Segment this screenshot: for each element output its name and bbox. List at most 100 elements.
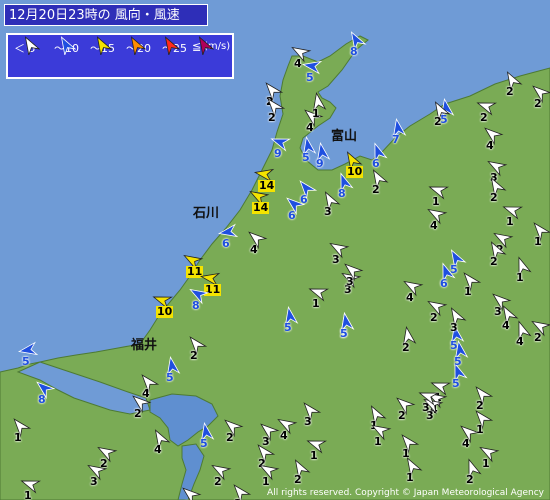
wind-station-66: 6 — [436, 262, 462, 294]
wind-station-32: 2 — [186, 334, 212, 366]
wind-speed-value: 3 — [332, 253, 340, 266]
wind-speed-value: 2 — [434, 115, 442, 128]
wind-speed-value: 4 — [486, 139, 494, 152]
map-title: 12月20日23時の 風向・風速 — [4, 4, 208, 26]
wind-station-49: 2 — [476, 96, 502, 128]
wind-station-68: 3 — [342, 260, 368, 292]
wind-speed-value: 5 — [340, 327, 348, 340]
wind-speed-value: 1 — [476, 423, 484, 436]
wind-station-1: 8 — [346, 30, 372, 62]
wind-speed-value: 2 — [402, 341, 410, 354]
wind-speed-value: 5 — [306, 71, 314, 84]
wind-station-17: 2 — [368, 168, 394, 200]
wind-speed-value: 1 — [432, 195, 440, 208]
wind-station-54: 4 — [402, 276, 428, 308]
wind-station-88: 1 — [472, 408, 498, 440]
wind-speed-value: 4 — [154, 443, 162, 456]
legend-arrow-icon-1 — [24, 36, 40, 55]
legend-arrow-icon-6 — [198, 36, 214, 55]
wind-speed-value: 8 — [350, 45, 358, 58]
wind-station-6: 9 — [270, 132, 296, 164]
wind-speed-value: 7 — [392, 133, 400, 146]
wind-station-99: 4 — [150, 428, 176, 460]
wind-speed-value: 4 — [294, 57, 302, 70]
wind-station-70: 5 — [336, 311, 362, 344]
wind-station-58: 2 — [426, 296, 452, 328]
wind-station-86: 1 — [402, 456, 428, 488]
wind-speed-value: 4 — [516, 335, 524, 348]
wind-station-97: 1 — [10, 416, 36, 448]
wind-station-38: 2 — [430, 100, 456, 132]
wind-speed-value: 1 — [506, 215, 514, 228]
wind-station-18: 7 — [388, 117, 414, 150]
wind-speed-value: 1 — [406, 471, 414, 484]
wind-speed-value: 2 — [480, 111, 488, 124]
wind-speed-value: 1 — [482, 457, 490, 470]
wind-speed-value: 8 — [192, 299, 200, 312]
wind-station-82: 2 — [394, 394, 420, 426]
wind-speed-value: 4 — [430, 219, 438, 232]
wind-legend: ＜ 5 ～10 ～15 ～20 ～25 ≦ (m/s) — [6, 33, 234, 79]
copyright: All rights reserved. Copyright © Japan M… — [267, 488, 544, 498]
wind-speed-value: 2 — [490, 191, 498, 204]
wind-station-40: 4 — [482, 124, 508, 156]
wind-station-8: 9 — [312, 141, 338, 174]
wind-speed-value: 3 — [346, 275, 354, 288]
wind-speed-value: 14 — [252, 201, 270, 214]
wind-station-20: 6 — [217, 222, 244, 254]
wind-speed-value: 4 — [250, 243, 258, 256]
wind-station-47: 1 — [502, 200, 528, 232]
legend-arrow-icon-5 — [164, 36, 180, 55]
wind-speed-value: 10 — [156, 305, 174, 318]
wind-station-3: 5 — [301, 56, 328, 88]
wind-speed-value: 2 — [490, 255, 498, 268]
wind-station-91: 5 — [196, 421, 222, 454]
wind-speed-value: 9 — [274, 147, 282, 160]
wind-station-50: 2 — [502, 70, 528, 102]
wind-station-30: 5 — [280, 305, 306, 338]
wind-speed-value: 2 — [214, 475, 222, 488]
wind-speed-value: 1 — [14, 431, 22, 444]
wind-station-78: 2 — [222, 416, 248, 448]
wind-speed-value: 2 — [466, 473, 474, 486]
wind-speed-value: 2 — [294, 473, 302, 486]
wind-speed-value: 4 — [502, 319, 510, 332]
wind-station-69: 4 — [512, 320, 538, 352]
wind-speed-value: 2 — [430, 311, 438, 324]
label-ishikawa: 石川 — [193, 206, 220, 221]
wind-station-77: 2 — [290, 458, 316, 490]
wind-speed-value: 1 — [24, 489, 32, 500]
wind-speed-value: 9 — [316, 157, 324, 170]
wind-speed-value: 1 — [374, 435, 382, 448]
wind-speed-value: 2 — [134, 407, 142, 420]
wind-station-55: 1 — [512, 256, 538, 288]
wind-station-27: 8 — [188, 284, 214, 316]
wind-speed-value: 5 — [284, 321, 292, 334]
wind-speed-value: 1 — [534, 235, 542, 248]
wind-speed-value: 3 — [90, 475, 98, 488]
wind-station-29: 1 — [308, 282, 334, 314]
wind-station-81: 1 — [370, 420, 396, 452]
wind-station-33: 5 — [17, 340, 44, 372]
wind-station-85: 3 — [418, 386, 444, 418]
wind-speed-value: 5 — [302, 151, 310, 164]
wind-speed-value: 4 — [406, 291, 414, 304]
wind-speed-value: 10 — [346, 165, 364, 178]
wind-station-93: 3 — [230, 482, 256, 500]
wind-station-12: 14 — [248, 186, 274, 218]
wind-station-22: 2 — [264, 96, 290, 128]
wind-speed-value: 2 — [190, 349, 198, 362]
wind-station-21: 4 — [246, 228, 272, 260]
wind-station-90: 1 — [478, 442, 504, 474]
wind-speed-value: 2 — [226, 431, 234, 444]
wind-speed-value: 4 — [462, 437, 470, 450]
wind-speed-value: 1 — [312, 297, 320, 310]
label-fukui: 福井 — [131, 338, 158, 353]
wind-speed-value: 5 — [22, 355, 30, 368]
wind-speed-value: 2 — [268, 111, 276, 124]
wind-speed-value: 5 — [166, 371, 174, 384]
wind-station-92: 2 — [180, 484, 206, 500]
wind-speed-value: 2 — [534, 97, 542, 110]
wind-arrow-icon — [182, 487, 202, 500]
wind-speed-value: 2 — [506, 85, 514, 98]
